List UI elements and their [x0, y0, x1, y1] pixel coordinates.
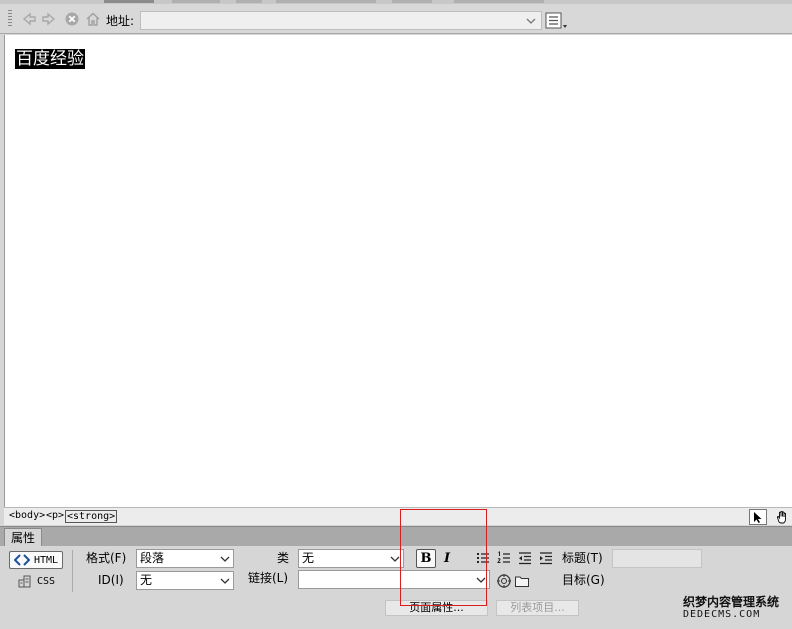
- page-properties-button[interactable]: 页面属性...: [385, 600, 488, 616]
- id-label: ID(I): [98, 573, 124, 587]
- tab-properties[interactable]: 属性: [4, 528, 43, 547]
- css-mode-button[interactable]: CSS: [18, 573, 55, 589]
- select-pointer-icon: [754, 511, 762, 523]
- outdent-icon[interactable]: [517, 550, 533, 566]
- watermark-line1: 织梦内容管理系统: [683, 595, 780, 609]
- css-button-label: CSS: [37, 575, 56, 587]
- tag-body[interactable]: <body>: [8, 510, 46, 523]
- format-select[interactable]: 段落: [136, 549, 234, 568]
- id-select[interactable]: 无: [136, 571, 234, 590]
- tab-indicator: [454, 0, 544, 3]
- format-label: 格式(F): [86, 551, 127, 565]
- browse-folder-icon[interactable]: [514, 573, 530, 589]
- select-tool-button[interactable]: [749, 509, 767, 525]
- link-input[interactable]: [298, 570, 490, 589]
- design-view-canvas[interactable]: 百度经验: [4, 35, 792, 507]
- stop-icon[interactable]: [63, 10, 81, 28]
- list-item-button[interactable]: 列表项目...: [496, 600, 579, 616]
- chevron-down-icon: [389, 550, 401, 567]
- address-toolbar: 地址:: [0, 4, 792, 34]
- title-label: 标题(T): [562, 551, 603, 565]
- tab-indicator: [392, 0, 432, 3]
- point-to-file-icon[interactable]: [496, 573, 512, 589]
- tab-indicator: [236, 0, 262, 3]
- tag-p[interactable]: <p>: [45, 510, 65, 523]
- indent-icon[interactable]: [538, 550, 554, 566]
- css-icon: [18, 575, 31, 587]
- format-value: 段落: [140, 551, 165, 565]
- chevron-down-icon[interactable]: [522, 12, 540, 29]
- ordered-list-icon[interactable]: [496, 550, 512, 566]
- address-label: 地址:: [106, 14, 135, 28]
- italic-button[interactable]: I: [438, 549, 456, 568]
- toolbar-grip[interactable]: [8, 10, 12, 28]
- html-button-label: HTML: [34, 554, 59, 566]
- hand-tool-button[interactable]: [773, 509, 791, 525]
- id-value: 无: [140, 573, 153, 587]
- class-label: 类: [277, 551, 290, 565]
- class-value: 无: [302, 551, 315, 565]
- html-mode-button[interactable]: HTML: [9, 551, 63, 569]
- properties-panel-header: 属性: [0, 526, 792, 547]
- panel-divider: [72, 550, 73, 592]
- link-label: 链接(L): [248, 571, 289, 585]
- address-input[interactable]: [140, 11, 542, 30]
- html-code-icon: [14, 554, 30, 566]
- properties-panel: HTML CSS 格式(F) 段落 ID(I) 无 类 无 链接(L) B I: [0, 546, 792, 629]
- class-select[interactable]: 无: [298, 549, 404, 568]
- chevron-down-icon: [219, 550, 231, 567]
- selected-strong-text[interactable]: 百度经验: [15, 49, 85, 69]
- view-options-button[interactable]: [544, 11, 570, 31]
- bold-button[interactable]: B: [416, 549, 436, 568]
- chevron-down-icon: [475, 571, 487, 588]
- back-arrow-icon[interactable]: [20, 10, 38, 28]
- forward-arrow-icon[interactable]: [40, 10, 58, 28]
- site-watermark: 织梦内容管理系统 DEDECMS.COM: [683, 595, 788, 621]
- tab-indicator: [276, 0, 376, 3]
- hand-tool-icon: [776, 511, 786, 524]
- unordered-list-icon[interactable]: [475, 550, 491, 566]
- tag-strong[interactable]: <strong>: [65, 510, 118, 523]
- chevron-down-icon: [219, 572, 231, 589]
- target-label: 目标(G): [562, 573, 605, 587]
- watermark-line2: DEDECMS.COM: [683, 609, 761, 620]
- view-options-icon: [545, 12, 567, 29]
- home-icon[interactable]: [84, 10, 102, 28]
- tab-indicator: [172, 0, 220, 3]
- tab-indicator: [104, 0, 154, 3]
- title-input[interactable]: [612, 549, 702, 568]
- tag-selector-bar: <body> <p> <strong>: [4, 507, 792, 525]
